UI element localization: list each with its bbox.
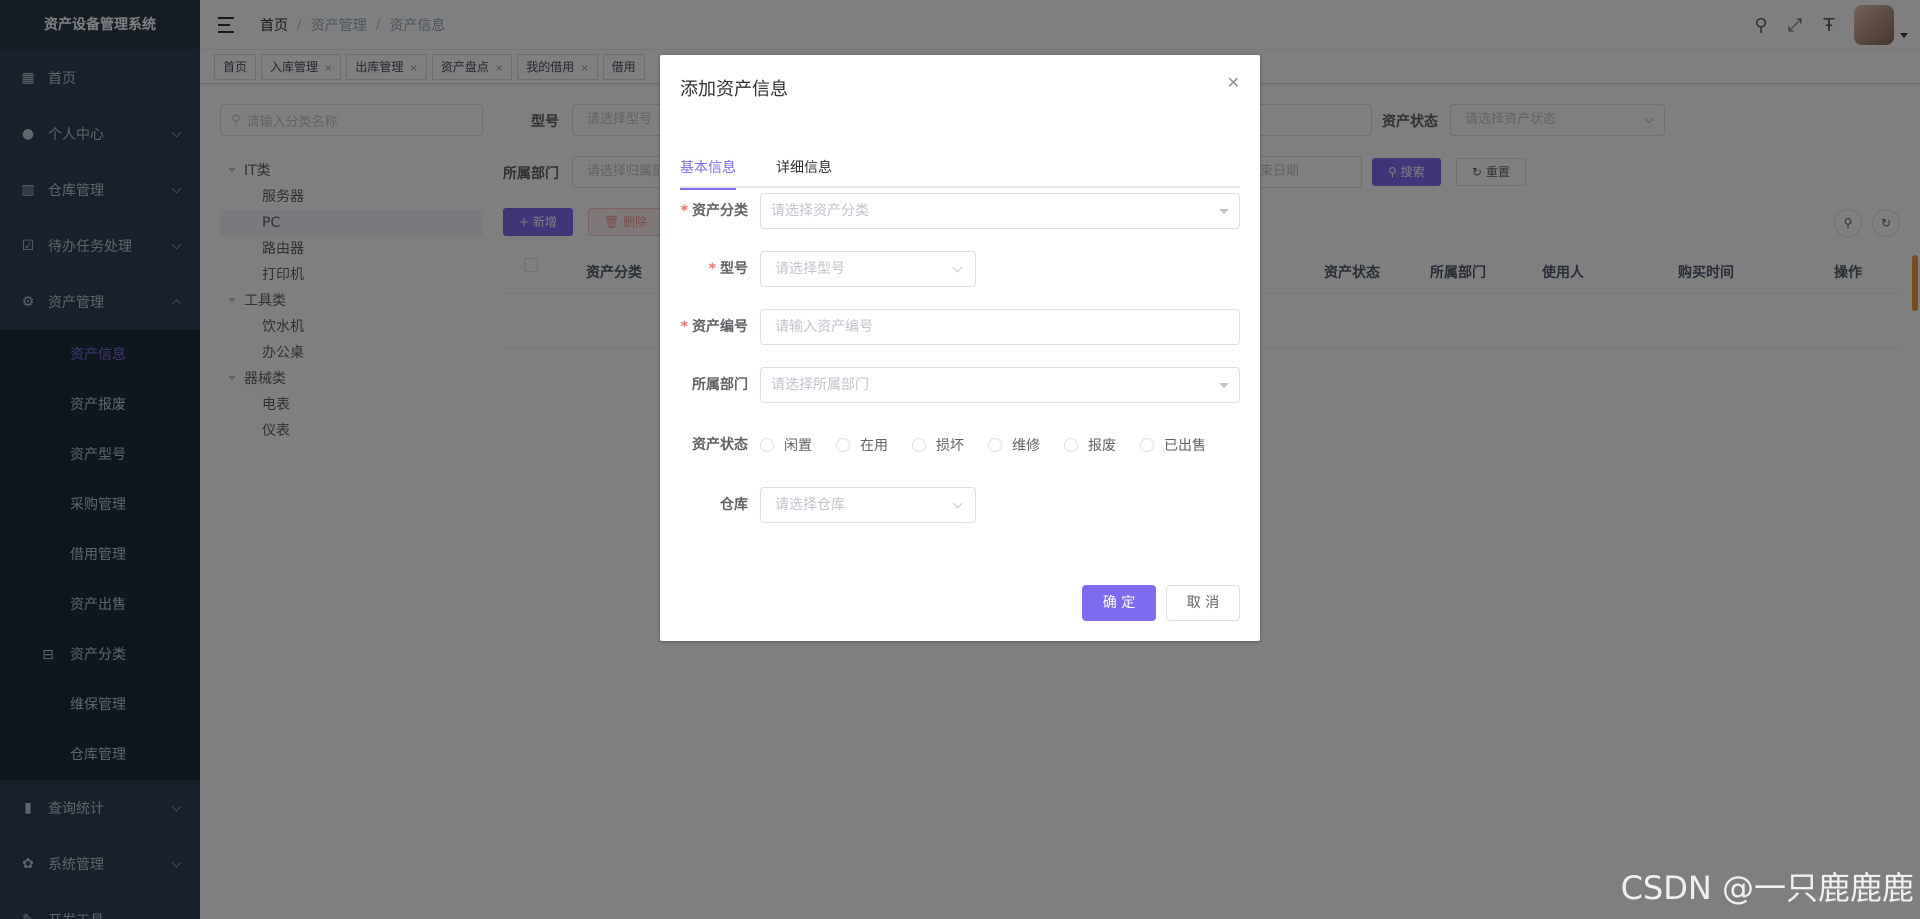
- category-label-text: 资产分类: [692, 203, 748, 219]
- chevron-down-icon: [952, 498, 963, 509]
- status-radio-repair[interactable]: 维修: [988, 435, 1040, 455]
- warehouse-select[interactable]: 请选择仓库: [760, 487, 976, 523]
- radio-circle[interactable]: [912, 438, 926, 452]
- dept-label-text: 所属部门: [692, 377, 748, 393]
- required-mark: *: [680, 319, 688, 335]
- status-radio-group: 闲置 在用 损坏 维修 报废 已出售: [760, 427, 1206, 463]
- code-label-text: 资产编号: [692, 319, 748, 335]
- form-row-warehouse: 仓库 请选择仓库: [660, 487, 1260, 523]
- category-placeholder: 请选择资产分类: [771, 203, 869, 219]
- model-label: * 型号: [709, 251, 748, 287]
- radio-circle[interactable]: [1064, 438, 1078, 452]
- radio-circle[interactable]: [1140, 438, 1154, 452]
- close-icon[interactable]: ✕: [1227, 73, 1240, 92]
- status-radio-scrapped[interactable]: 报废: [1064, 435, 1116, 455]
- dept-label: 所属部门: [692, 367, 748, 403]
- tab-detail-info[interactable]: 详细信息: [776, 148, 832, 188]
- dialog-tabs: 基本信息 详细信息: [680, 148, 1240, 190]
- required-mark: *: [708, 261, 716, 277]
- status-radio-sold[interactable]: 已出售: [1140, 435, 1206, 455]
- category-label: * 资产分类: [681, 193, 748, 229]
- radio-label: 报废: [1088, 438, 1116, 454]
- radio-label: 已出售: [1164, 438, 1206, 454]
- form-row-category: * 资产分类 请选择资产分类: [660, 193, 1260, 229]
- status-radio-in-use[interactable]: 在用: [836, 435, 888, 455]
- caret-down-icon: [1219, 209, 1229, 214]
- active-tab-indicator: [680, 188, 736, 190]
- required-mark: *: [680, 203, 688, 219]
- caret-down-icon: [1219, 383, 1229, 388]
- watermark: CSDN @一只鹿鹿鹿: [1620, 869, 1914, 907]
- radio-circle[interactable]: [988, 438, 1002, 452]
- tab-label: 基本信息: [680, 160, 736, 176]
- status-radio-damaged[interactable]: 损坏: [912, 435, 964, 455]
- form-row-status: 资产状态 闲置 在用 损坏 维修 报废 已出售: [660, 427, 1260, 463]
- radio-circle[interactable]: [836, 438, 850, 452]
- code-label: * 资产编号: [681, 309, 748, 345]
- radio-label: 闲置: [784, 438, 812, 454]
- radio-label: 在用: [860, 438, 888, 454]
- tab-basic-info[interactable]: 基本信息: [680, 148, 736, 190]
- status-label-text: 资产状态: [692, 437, 748, 453]
- model-placeholder: 请选择型号: [775, 261, 845, 277]
- dept-placeholder: 请选择所属部门: [771, 377, 869, 393]
- dept-select[interactable]: 请选择所属部门: [760, 367, 1240, 403]
- confirm-button[interactable]: 确 定: [1082, 585, 1156, 621]
- status-label: 资产状态: [692, 427, 748, 463]
- tab-label: 详细信息: [776, 160, 832, 176]
- status-radio-idle[interactable]: 闲置: [760, 435, 812, 455]
- asset-code-input[interactable]: 请输入资产编号: [760, 309, 1240, 345]
- warehouse-placeholder: 请选择仓库: [775, 497, 845, 513]
- warehouse-label: 仓库: [720, 487, 748, 523]
- model-select[interactable]: 请选择型号: [760, 251, 976, 287]
- add-asset-dialog: 添加资产信息 ✕ 基本信息 详细信息 * 资产分类 请选择资产分类 * 型号 请选择…: [660, 55, 1260, 641]
- form-row-code: * 资产编号 请输入资产编号: [660, 309, 1260, 345]
- radio-circle[interactable]: [760, 438, 774, 452]
- model-label-text: 型号: [720, 261, 748, 277]
- cancel-button[interactable]: 取 消: [1166, 585, 1240, 621]
- radio-label: 维修: [1012, 438, 1040, 454]
- asset-code-placeholder: 请输入资产编号: [775, 319, 873, 335]
- warehouse-label-text: 仓库: [720, 497, 748, 513]
- chevron-down-icon: [952, 262, 963, 273]
- dialog-title: 添加资产信息: [680, 79, 788, 100]
- form-row-model: * 型号 请选择型号: [660, 251, 1260, 287]
- radio-label: 损坏: [936, 438, 964, 454]
- form-row-dept: 所属部门 请选择所属部门: [660, 367, 1260, 403]
- category-select[interactable]: 请选择资产分类: [760, 193, 1240, 229]
